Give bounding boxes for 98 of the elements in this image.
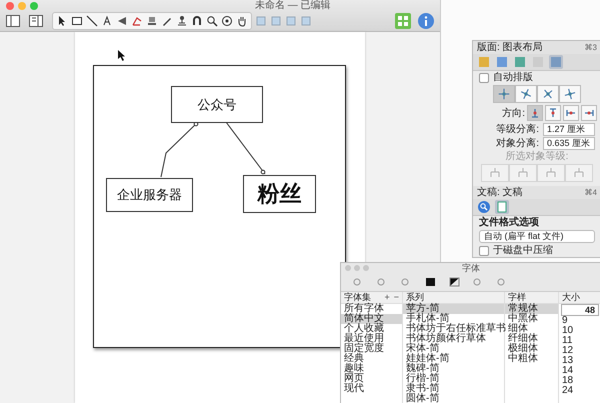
size-field[interactable]: 48 [561, 304, 599, 316]
shortcut-label: ⌘4 [584, 187, 597, 198]
direction-button[interactable] [527, 105, 543, 121]
checkbox-label: 自动排版 [493, 72, 533, 83]
column-header: 字体集 [344, 292, 371, 302]
direction-icon [547, 107, 559, 119]
panel-title: 版面: 图表布局 [477, 42, 543, 53]
font-family-item[interactable]: 娃娃体-简 [403, 354, 504, 364]
direction-icon [583, 107, 595, 119]
font-family-item[interactable]: 书体坊于右任标准草书 [403, 324, 504, 334]
layout-style-button[interactable] [537, 85, 559, 103]
shape-icon[interactable] [116, 15, 128, 27]
rectangle-icon[interactable] [71, 15, 83, 27]
typeface-item[interactable]: 中黑体 [505, 314, 558, 324]
typeface-item[interactable]: 中粗体 [505, 354, 558, 364]
add-button[interactable]: + [384, 292, 390, 303]
rank-align-icon[interactable] [509, 164, 537, 182]
checkbox[interactable] [479, 246, 489, 256]
text-tool-icon[interactable] [101, 15, 113, 27]
collection-item[interactable]: 趣味 [341, 364, 402, 374]
rank-align-icon[interactable] [481, 164, 509, 182]
rank-separation-field[interactable]: 1.27 厘米 [543, 123, 595, 136]
zoom-button[interactable] [30, 2, 38, 10]
collection-item[interactable]: 网页 [341, 374, 402, 384]
typeface-item[interactable]: 极细体 [505, 344, 558, 354]
size-item[interactable]: 11 [559, 336, 600, 346]
size-item[interactable]: 12 [559, 346, 600, 356]
column-header: 大小 [562, 292, 580, 303]
remove-button[interactable]: − [394, 292, 399, 303]
field-label: 等级分离: [496, 124, 539, 135]
layout-style-button[interactable] [515, 85, 537, 103]
typeface-item[interactable]: 纤细体 [505, 334, 558, 344]
font-family-item[interactable]: 圆体-简 [403, 394, 504, 403]
size-item[interactable]: 24 [559, 386, 600, 396]
close-button[interactable] [6, 2, 14, 10]
font-family-item[interactable]: 宋体-简 [403, 344, 504, 354]
layout-style-icon [563, 87, 577, 101]
size-item[interactable]: 18 [559, 376, 600, 386]
collection-item[interactable]: 简体中文 [341, 314, 402, 324]
rank-align-icon[interactable] [537, 164, 565, 182]
hand-icon[interactable] [236, 15, 248, 27]
sidebar-icon[interactable] [6, 15, 20, 27]
direction-button[interactable] [581, 105, 597, 121]
rank-align-icon[interactable] [565, 164, 593, 182]
pointer-icon[interactable] [56, 15, 68, 27]
collection-item[interactable]: 经典 [341, 354, 402, 364]
magnet-icon[interactable] [191, 15, 203, 27]
size-item[interactable]: 14 [559, 366, 600, 376]
column-header: 系列 [406, 292, 424, 302]
layout-style-button[interactable] [493, 85, 515, 103]
size-item[interactable]: 9 [559, 316, 600, 326]
direction-icon [529, 107, 541, 119]
font-family-item[interactable]: 隶书-简 [403, 384, 504, 394]
column-header: 字样 [508, 292, 526, 302]
direction-label: 方向: [502, 108, 525, 118]
cursor-icon [118, 50, 126, 61]
direction-icon [565, 107, 577, 119]
layout-style-icon [519, 87, 533, 101]
checkbox-label: 于磁盘中压缩 [493, 245, 553, 256]
info-icon[interactable] [418, 13, 434, 29]
format-select[interactable]: 自动 (扁平 flat 文件) [479, 230, 595, 243]
shortcut-label: ⌘3 [584, 42, 597, 53]
section-label: 所选对象等级: [504, 150, 570, 163]
typeface-item[interactable]: 常规体 [505, 304, 558, 314]
connector-line [226, 122, 266, 174]
search-icon[interactable] [477, 200, 491, 214]
panel-title: 字体 [462, 263, 480, 273]
checkbox[interactable] [479, 72, 489, 82]
diagram-node: 粉丝 [243, 175, 316, 213]
layout-style-button[interactable] [559, 85, 581, 103]
font-family-item[interactable]: 苹方-简 [403, 304, 504, 314]
field-label: 对象分离: [496, 138, 539, 149]
collection-item[interactable]: 最近使用 [341, 334, 402, 344]
size-item[interactable]: 13 [559, 356, 600, 366]
collection-item[interactable]: 个人收藏 [341, 324, 402, 334]
collection-item[interactable]: 现代 [341, 384, 402, 394]
direction-button[interactable] [563, 105, 579, 121]
window-title: 未命名 — 已编辑 [255, 0, 331, 11]
font-family-item[interactable]: 行楷-简 [403, 374, 504, 384]
zoom-icon[interactable] [206, 15, 218, 27]
diagram-node: 公众号 [171, 86, 263, 123]
font-family-item[interactable]: 手札体-简 [403, 314, 504, 324]
diagram-icon[interactable] [131, 15, 143, 27]
font-family-item[interactable]: 书体坊颜体行草体 [403, 334, 504, 344]
layout-style-icon [497, 87, 511, 101]
panel-title: 文稿: 文稿 [477, 187, 523, 198]
diagram-node: 企业服务器 [106, 178, 193, 212]
collection-item[interactable]: 固定宽度 [341, 344, 402, 354]
section-title: 文件格式选项 [478, 216, 540, 229]
line-icon[interactable] [86, 15, 98, 27]
object-separation-field[interactable]: 0.635 厘米 [543, 137, 595, 150]
size-item[interactable]: 10 [559, 326, 600, 336]
panel-icon[interactable] [29, 15, 43, 27]
connector-line [160, 122, 198, 178]
font-family-item[interactable]: 魏碑-简 [403, 364, 504, 374]
typeface-item[interactable]: 细体 [505, 324, 558, 334]
layout-style-icon [541, 87, 555, 101]
direction-button[interactable] [545, 105, 561, 121]
